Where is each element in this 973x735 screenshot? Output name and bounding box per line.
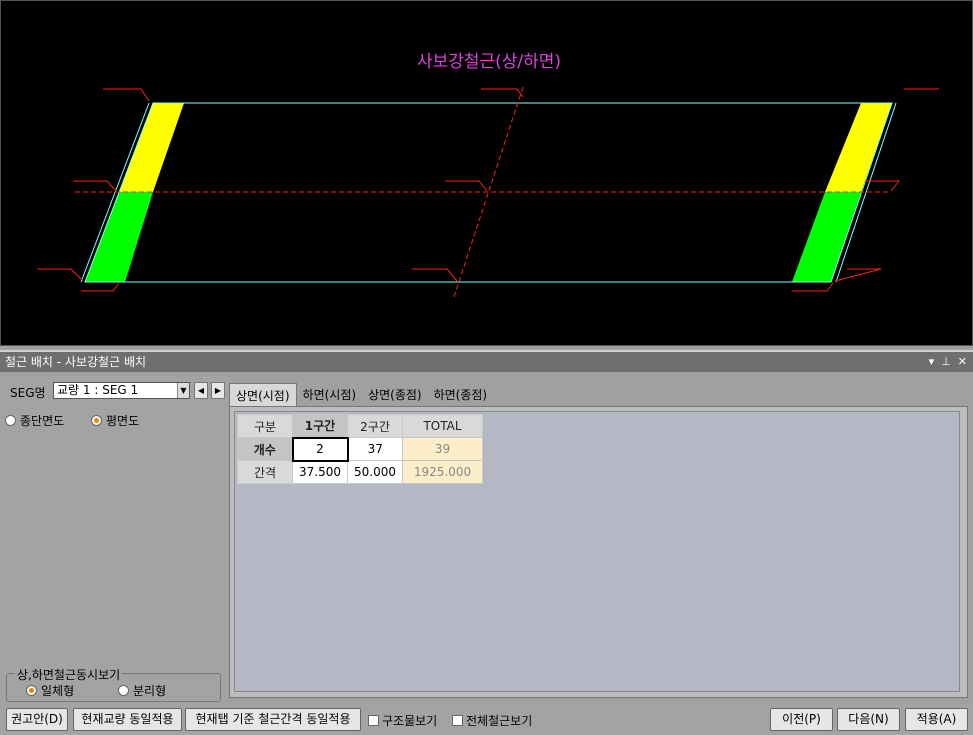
checkbox-label: 구조물보기: [382, 714, 438, 728]
tab-body: 구분 1구간 2구간 TOTAL 개수 2 37 39 간격 37.500 50…: [229, 406, 968, 698]
table-row: 개수 2 37 39: [237, 436, 483, 462]
dropdown-icon[interactable]: ▾: [929, 352, 935, 372]
radio-label: 평면도: [106, 414, 140, 428]
table-cell[interactable]: 37: [347, 437, 403, 461]
group-title: 상,하면철근동시보기: [15, 666, 123, 683]
checkbox-box: [368, 715, 379, 726]
start-top-fill: [119, 103, 184, 192]
end-top-fill: [825, 103, 892, 192]
prev-button[interactable]: 이전(P): [770, 708, 833, 731]
seg-select-value: 교량 1 : SEG 1: [57, 383, 139, 397]
table-header-row: 구분 1구간 2구간 TOTAL: [237, 414, 483, 438]
row-label: 간격: [237, 460, 293, 484]
spacing-grid-area: 구분 1구간 2구간 TOTAL 개수 2 37 39 간격 37.500 50…: [234, 411, 960, 692]
table-cell[interactable]: 50.000: [347, 460, 403, 484]
seg-label: SEG명: [10, 386, 46, 400]
next-seg-button[interactable]: ▶: [211, 382, 225, 399]
seg-select[interactable]: 교량 1 : SEG 1 ▼: [53, 382, 190, 399]
tab-strip: 상면(시점) 하면(시점) 상면(종점) 하면(종점): [229, 383, 493, 407]
close-icon[interactable]: ✕: [958, 352, 967, 372]
apply-button[interactable]: 적용(A): [905, 708, 968, 731]
radio-dot: [91, 415, 102, 426]
same-tab-spacing-button[interactable]: 현재탭 기준 철근간격 동일적용: [185, 708, 361, 731]
recommend-button[interactable]: 권고안(D): [6, 708, 68, 731]
all-rebar-view-checkbox[interactable]: 전체철근보기: [452, 712, 532, 729]
transverse-centerline: [453, 86, 524, 298]
total-cell: 39: [402, 437, 483, 461]
radio-section-view[interactable]: 종단면도: [5, 412, 64, 429]
radio-integrated[interactable]: 일체형: [26, 682, 74, 699]
radio-separated[interactable]: 분리형: [118, 682, 166, 699]
tab-bottom-end[interactable]: 하면(종점): [428, 383, 494, 407]
tab-top-start[interactable]: 상면(시점): [229, 383, 297, 407]
bottom-toolbar: 권고안(D) 현재교량 동일적용 현재탭 기준 철근간격 동일적용 구조물보기 …: [0, 704, 973, 735]
tab-bottom-start[interactable]: 하면(시점): [297, 383, 363, 407]
radio-label: 분리형: [133, 684, 167, 698]
tab-top-end[interactable]: 상면(종점): [362, 383, 428, 407]
rebar-plan-drawing: [37, 86, 939, 298]
checkbox-label: 전체철근보기: [466, 714, 533, 728]
pin-icon[interactable]: ⊥: [941, 352, 951, 372]
panel-titlebar: 철근 배치 - 사보강철근 배치 ▾ ⊥ ✕: [0, 350, 973, 372]
header-cell: TOTAL: [402, 414, 483, 438]
row-label: 개수: [237, 437, 293, 461]
left-pane: SEG명 교량 1 : SEG 1 ▼ ◀ ▶ 종단면도 평면도 상,하면철근동…: [0, 374, 228, 704]
checkbox-box: [452, 715, 463, 726]
total-cell: 1925.000: [402, 460, 483, 484]
radio-label: 종단면도: [20, 414, 65, 428]
radio-label: 일체형: [41, 684, 75, 698]
chevron-down-icon[interactable]: ▼: [177, 383, 189, 398]
header-cell[interactable]: 2구간: [347, 414, 403, 438]
prev-seg-button[interactable]: ◀: [194, 382, 208, 399]
table-row: 간격 37.500 50.000 1925.000: [237, 460, 483, 484]
table-cell[interactable]: 2: [291, 436, 349, 462]
panel-title: 철근 배치 - 사보강철근 배치: [5, 355, 147, 369]
start-bottom-fill: [85, 192, 153, 282]
table-cell[interactable]: 37.500: [292, 460, 348, 484]
drawing-canvas[interactable]: 사보강철근(상/하면): [0, 0, 973, 346]
next-button[interactable]: 다음(N): [837, 708, 900, 731]
header-cell: 구분: [237, 414, 293, 438]
same-bridge-apply-button[interactable]: 현재교량 동일적용: [73, 708, 182, 731]
simultaneous-view-group: 상,하면철근동시보기 일체형 분리형: [6, 666, 221, 702]
radio-dot: [26, 685, 37, 696]
radio-dot: [118, 685, 129, 696]
spacing-table: 구분 1구간 2구간 TOTAL 개수 2 37 39 간격 37.500 50…: [237, 414, 483, 484]
radio-dot: [5, 415, 16, 426]
header-cell[interactable]: 1구간: [292, 414, 348, 438]
radio-plan-view[interactable]: 평면도: [91, 412, 139, 429]
structure-view-checkbox[interactable]: 구조물보기: [368, 712, 437, 729]
